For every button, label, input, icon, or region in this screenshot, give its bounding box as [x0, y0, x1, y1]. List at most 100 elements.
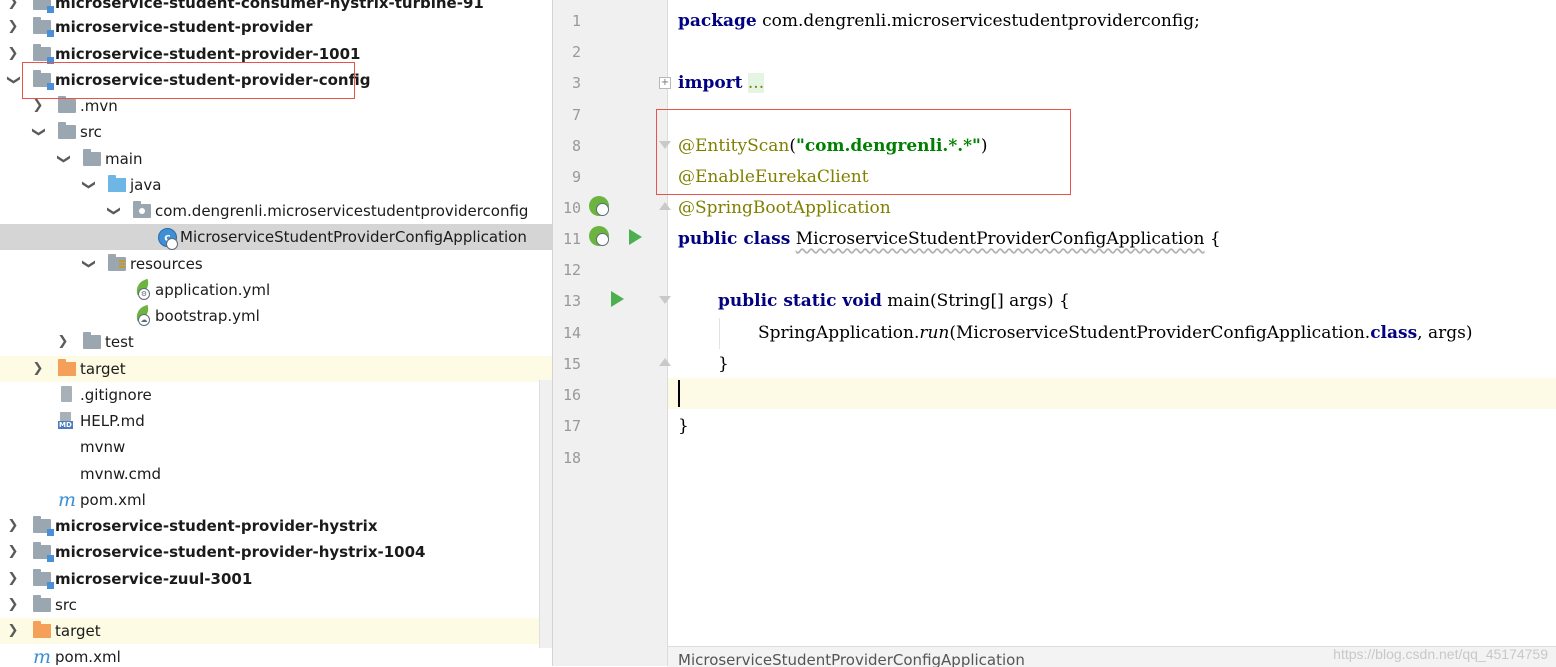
source-folder-icon	[108, 175, 126, 192]
tree-item-module-hystrix[interactable]: ❯ microservice-student-provider-hystrix	[0, 513, 552, 539]
line-number: 18	[562, 449, 581, 467]
tree-item-java[interactable]: ❯ java	[0, 172, 552, 198]
tree-item-src[interactable]: ❯ src	[0, 119, 552, 145]
tree-item-pom-xml[interactable]: m pom.xml	[0, 487, 552, 513]
line-number: 7	[571, 106, 581, 124]
tree-item-label: bootstrap.yml	[155, 307, 260, 325]
tree-item-label: java	[130, 176, 162, 194]
excluded-folder-icon	[58, 359, 76, 376]
line-number: 3	[571, 74, 581, 92]
tree-item-root-src[interactable]: ❯ src	[0, 592, 552, 618]
chevron-right-icon[interactable]: ❯	[6, 513, 20, 539]
chevron-down-icon[interactable]: ❯	[75, 178, 101, 192]
chevron-down-icon[interactable]: ❯	[50, 152, 76, 166]
chevron-right-icon[interactable]: ❯	[6, 14, 20, 40]
project-tree: ❯ microservice-student-consumer-hystrix-…	[0, 0, 552, 666]
folder-icon	[58, 96, 76, 113]
chevron-right-icon[interactable]: ❯	[6, 41, 20, 67]
fold-expand-icon[interactable]: +	[659, 77, 671, 89]
line-number: 15	[562, 355, 581, 373]
line-number: 12	[562, 261, 581, 279]
line-number: 1	[571, 12, 581, 30]
tree-item-label: .gitignore	[80, 386, 152, 404]
code-line-17: }	[678, 411, 689, 442]
keyword: import	[678, 73, 743, 93]
tree-item-label: resources	[130, 255, 203, 273]
tree-item-gitignore[interactable]: .gitignore	[0, 382, 552, 408]
tree-item-mvnw[interactable]: mvnw	[0, 434, 552, 460]
tree-item-label: mvnw	[80, 438, 126, 456]
annotation: @SpringBootApplication	[678, 198, 891, 218]
chevron-right-icon[interactable]: ❯	[6, 539, 20, 565]
run-icon[interactable]	[629, 229, 642, 245]
arguments: (MicroserviceStudentProviderConfigApplic…	[949, 323, 1371, 343]
fold-collapse-icon[interactable]	[659, 296, 671, 306]
chevron-down-icon[interactable]: ❯	[25, 125, 51, 139]
chevron-right-icon[interactable]: ❯	[6, 592, 20, 618]
tree-item-main[interactable]: ❯ main	[0, 146, 552, 172]
tree-item-label: src	[55, 596, 77, 614]
class-name[interactable]: MicroserviceStudentProviderConfigApplica…	[796, 229, 1205, 249]
tree-item-label: target	[80, 360, 126, 378]
text-caret	[678, 380, 680, 407]
method-signature: main(String[] args) {	[881, 291, 1070, 311]
tree-item-root-pom-xml[interactable]: m pom.xml	[0, 644, 552, 666]
folder-icon	[33, 595, 51, 612]
maven-icon: m	[33, 646, 52, 666]
module-folder-icon	[33, 0, 54, 13]
tree-item-root-target[interactable]: ❯ target	[0, 618, 552, 644]
spring-boot-app-icon[interactable]	[589, 226, 609, 246]
indent-guide	[719, 318, 720, 349]
chevron-right-icon[interactable]: ❯	[6, 618, 20, 644]
tree-item-label: HELP.md	[80, 412, 145, 430]
watermark-text: https://blog.csdn.net/qq_45174759	[1333, 646, 1548, 662]
current-line-highlight	[668, 378, 1556, 409]
tree-item-resources[interactable]: ❯ resources	[0, 251, 552, 277]
chevron-down-icon[interactable]: ❯	[100, 204, 126, 218]
tree-item-label: application.yml	[155, 281, 271, 299]
fold-end-icon[interactable]	[659, 358, 671, 368]
tree-item-mvnw-cmd[interactable]: mvnw.cmd	[0, 461, 552, 487]
code-editor[interactable]: 1 2 3 7 8 9 10 11 12 13 14 15 16 17 18 +…	[552, 0, 1556, 667]
tree-item-application-class[interactable]: c MicroserviceStudentProviderConfigAppli…	[0, 224, 552, 250]
code-line-1: package com.dengrenli.microservicestuden…	[678, 6, 1200, 37]
tree-item-target[interactable]: ❯ target	[0, 356, 552, 382]
tree-item-help-md[interactable]: MD HELP.md	[0, 408, 552, 434]
brace: }	[718, 354, 729, 374]
folded-imports[interactable]: ...	[747, 73, 765, 93]
spring-boot-class-icon: c	[158, 228, 178, 250]
fold-end-icon[interactable]	[659, 202, 671, 212]
tree-item-module-hystrix-1004[interactable]: ❯ microservice-student-provider-hystrix-…	[0, 539, 552, 565]
spring-bean-icon[interactable]	[589, 196, 609, 216]
line-number: 8	[571, 137, 581, 155]
markdown-file-icon: MD	[58, 412, 74, 429]
tree-item-label: microservice-student-provider-hystrix-10…	[55, 543, 426, 561]
line-number: 14	[562, 324, 581, 342]
tree-item-label: microservice-student-provider	[55, 18, 313, 36]
line-number: 10	[562, 199, 581, 217]
tree-item-bootstrap-yml[interactable]: ☁ bootstrap.yml	[0, 303, 552, 329]
tree-scrollbar[interactable]	[539, 380, 552, 648]
arguments: , args)	[1417, 323, 1473, 343]
class-ref: SpringApplication.	[758, 323, 920, 343]
tree-item-test[interactable]: ❯ test	[0, 329, 552, 355]
chevron-right-icon[interactable]: ❯	[31, 356, 45, 382]
excluded-folder-icon	[33, 621, 51, 638]
tree-item-package[interactable]: ❯ com.dengrenli.microservicestudentprovi…	[0, 198, 552, 224]
spring-config-icon: ⚙	[133, 278, 152, 300]
chevron-right-icon[interactable]: ❯	[6, 566, 20, 592]
keyword: public class	[678, 229, 791, 249]
chevron-right-icon[interactable]: ❯	[56, 329, 70, 355]
run-icon[interactable]	[611, 291, 624, 307]
code-line-14: SpringApplication.run(MicroserviceStuden…	[758, 318, 1472, 349]
code-line-15: }	[718, 349, 729, 380]
chevron-down-icon[interactable]: ❯	[75, 257, 101, 271]
tree-item-module-zuul[interactable]: ❯ microservice-zuul-3001	[0, 566, 552, 592]
module-folder-icon	[33, 542, 54, 562]
tree-item-label: pom.xml	[55, 648, 121, 666]
code-line-13: public static void main(String[] args) {	[718, 286, 1070, 317]
tree-item-module-provider[interactable]: ❯ microservice-student-provider	[0, 14, 552, 40]
tree-item-application-yml[interactable]: ⚙ application.yml	[0, 277, 552, 303]
keyword: class	[1370, 323, 1418, 343]
line-number: 11	[562, 230, 581, 248]
